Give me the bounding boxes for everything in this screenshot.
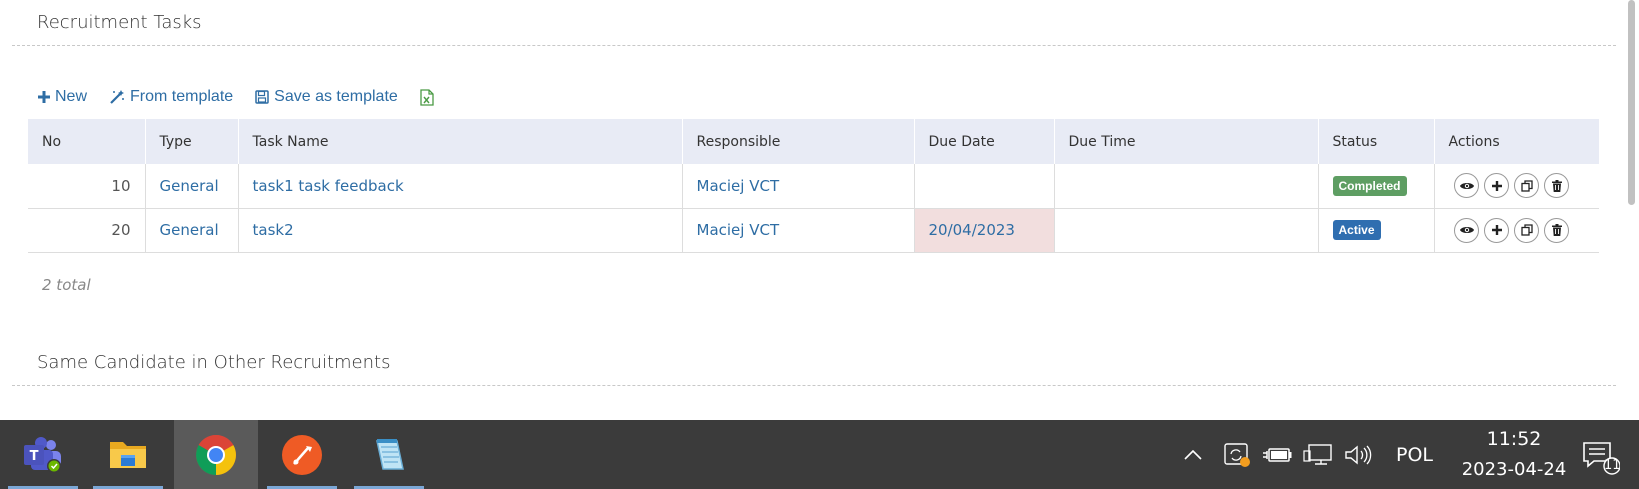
postman-icon [282,434,322,475]
add-subtask-button[interactable] [1484,217,1509,243]
from-template-button[interactable]: From template [109,88,233,106]
battery-button[interactable] [1258,445,1298,465]
tasks-table: No Type Task Name Responsible Due Date D… [28,119,1599,253]
cell-due-date [914,164,1055,209]
col-header-responsible[interactable]: Responsible [682,119,915,164]
notification-count-badge: 11 [1604,458,1621,473]
sync-icon-button[interactable] [1216,442,1258,468]
col-header-due-date[interactable]: Due Date [914,119,1055,164]
col-header-due-time[interactable]: Due Time [1054,119,1319,164]
section-divider [12,45,1616,46]
plus-icon [1491,225,1502,235]
status-badge: Completed [1332,175,1407,196]
cell-due-time [1054,164,1319,209]
notification-center-button[interactable]: 11 [1580,420,1621,489]
table-row: 20 General task2 Maciej VCT 20/04/2023 A… [28,208,1599,253]
plus-icon [1491,180,1502,191]
cell-status: Completed [1318,164,1435,209]
cell-no: 10 [28,164,146,209]
excel-file-icon [420,88,434,106]
copy-icon [1520,224,1533,236]
col-header-no[interactable]: No [28,119,146,164]
save-as-template-label: Save as template [274,88,398,105]
network-button[interactable] [1298,443,1338,467]
from-template-label: From template [130,88,234,105]
cell-actions [1434,208,1599,253]
new-task-label: New [55,88,88,105]
chevron-up-icon [1184,449,1202,460]
taskbar-clock[interactable]: 11:52 2023-04-24 [1444,428,1584,480]
cell-type-link[interactable]: General [145,164,239,209]
table-header-row: No Type Task Name Responsible Due Date D… [28,119,1599,164]
network-wired-icon [1303,443,1332,465]
battery-charging-icon [1263,447,1292,462]
windows-taskbar: T POL 11 [0,420,1639,489]
clock-time: 11:52 [1486,428,1542,450]
system-tray: POL [1178,420,1433,489]
view-button[interactable] [1454,173,1479,199]
copy-icon [1520,180,1533,192]
taskbar-app-teams[interactable]: T [8,420,78,489]
page-scrollbar[interactable] [1625,0,1639,420]
copy-button[interactable] [1514,217,1539,243]
section-title-recruitment-tasks: Recruitment Tasks [37,12,202,33]
clock-date: 2023-04-24 [1461,459,1567,480]
delete-button[interactable] [1544,217,1569,243]
show-hidden-icons-button[interactable] [1178,449,1208,460]
copy-button[interactable] [1514,173,1539,199]
sync-status-icon [1224,442,1250,467]
cell-type-link[interactable]: General [145,208,239,253]
taskbar-app-postman[interactable] [267,420,337,489]
export-excel-button[interactable] [420,88,439,106]
taskbar-app-chrome[interactable] [174,420,258,489]
taskbar-app-notepad[interactable] [354,420,424,489]
chrome-icon [196,434,236,475]
cell-status: Active [1318,208,1435,253]
scrollbar-thumb[interactable] [1628,0,1635,205]
table-row: 10 General task1 task feedback Maciej VC… [28,164,1599,209]
cell-due-time [1054,208,1319,253]
page: Recruitment Tasks New From template Save… [0,0,1639,489]
notepad-icon [376,438,404,470]
teams-icon: T [24,436,61,473]
floppy-disk-icon [255,90,269,104]
svg-text:T: T [30,449,39,464]
trash-icon [1551,224,1562,236]
delete-button[interactable] [1544,173,1569,199]
cell-responsible-link[interactable]: Maciej VCT [682,208,915,253]
cell-actions [1434,164,1599,209]
magic-wand-icon [110,90,125,104]
cell-task-name-link[interactable]: task1 task feedback [238,164,683,209]
eye-icon [1459,227,1474,233]
status-badge: Active [1332,220,1381,240]
view-button[interactable] [1454,217,1479,243]
save-as-template-button[interactable]: Save as template [255,88,398,106]
folder-icon [110,441,146,468]
input-language-indicator[interactable]: POL [1396,444,1433,466]
taskbar-app-file-explorer[interactable] [93,420,163,489]
speaker-icon [1345,445,1372,464]
new-task-button[interactable]: New [38,88,87,106]
tasks-toolbar: New From template Save as template [38,88,461,106]
col-header-status[interactable]: Status [1318,119,1435,164]
cell-task-name-link[interactable]: task2 [238,208,683,253]
cell-responsible-link[interactable]: Maciej VCT [682,164,915,209]
eye-icon [1459,182,1474,189]
total-count: 2 total [42,276,91,294]
trash-icon [1551,179,1562,192]
cell-due-date-overdue: 20/04/2023 [914,208,1055,253]
section-divider [12,385,1616,386]
add-subtask-button[interactable] [1484,173,1509,199]
volume-button[interactable] [1338,444,1378,466]
plus-icon [38,91,50,103]
col-header-type[interactable]: Type [145,119,239,164]
col-header-task-name[interactable]: Task Name [238,119,683,164]
section-title-same-candidate: Same Candidate in Other Recruitments [37,352,391,373]
col-header-actions: Actions [1434,119,1599,164]
cell-no: 20 [28,208,146,253]
